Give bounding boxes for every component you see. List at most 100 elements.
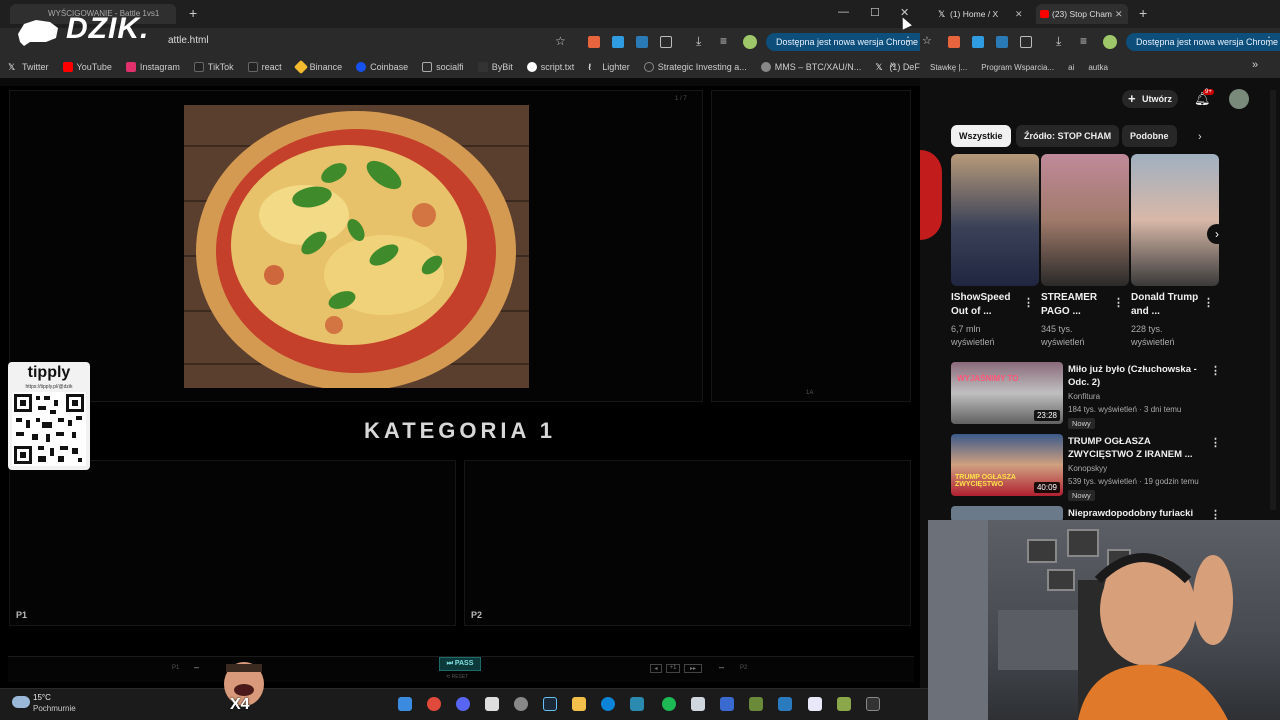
- download-icon[interactable]: ⤓: [1056, 34, 1061, 49]
- start-windows-icon[interactable]: [398, 697, 412, 711]
- new-tab-button[interactable]: +: [1139, 5, 1147, 21]
- short-title[interactable]: STREAMER PAGO ...: [1041, 291, 1115, 319]
- bookmarks-overflow-icon[interactable]: »: [1252, 59, 1258, 71]
- bookmark-socialfi[interactable]: socialfi: [422, 62, 464, 72]
- bookmark-youtube[interactable]: YouTube: [62, 62, 112, 72]
- app-icon[interactable]: [837, 697, 851, 711]
- p2-minus-button[interactable]: –: [719, 662, 724, 672]
- chip-related[interactable]: Podobne: [1122, 125, 1177, 147]
- edge-icon[interactable]: [601, 697, 615, 711]
- star-bookmark-icon[interactable]: ☆: [555, 34, 566, 48]
- close-tab-icon[interactable]: ✕: [1115, 9, 1123, 20]
- bookmark-folder-autka[interactable]: autka: [1088, 63, 1108, 72]
- bookmark-react[interactable]: react: [247, 62, 282, 72]
- chips-next-icon[interactable]: ›: [1198, 131, 1202, 143]
- weather-temperature[interactable]: 15°C: [33, 693, 51, 702]
- bookmark-stawke[interactable]: Stawkę |...: [930, 63, 967, 72]
- steam-icon[interactable]: [543, 697, 557, 711]
- close-tab-icon[interactable]: ✕: [1015, 9, 1023, 20]
- terminal-icon[interactable]: [866, 697, 880, 711]
- player-1-panel[interactable]: [9, 460, 456, 626]
- player-2-panel[interactable]: [464, 460, 911, 626]
- video-thumbnail[interactable]: TRUMP OGŁASZA ZWYCIĘSTWO 40:09: [951, 434, 1063, 496]
- bookmark-strategic[interactable]: Strategic Investing a...: [643, 62, 747, 72]
- rewind-button[interactable]: ◂: [650, 664, 662, 673]
- extension-icon[interactable]: [612, 36, 624, 48]
- update-chrome-banner[interactable]: Dostępna jest nowa wersja Chrome: [1126, 33, 1280, 51]
- bookmark-program[interactable]: Program Wsparcia...: [981, 63, 1054, 72]
- maximize-icon[interactable]: ☐: [870, 6, 880, 19]
- video-thumbnail[interactable]: WYJAŚNIMY TO 23:28: [951, 362, 1063, 424]
- spotify-icon[interactable]: [662, 697, 676, 711]
- plus-one-button[interactable]: +1: [666, 664, 680, 673]
- app-icon[interactable]: [630, 697, 644, 711]
- reset-button[interactable]: ⟲ RESET: [446, 674, 468, 680]
- discord-icon[interactable]: [456, 697, 470, 711]
- video-title[interactable]: Miło już było (Człuchowska - Odc. 2): [1068, 363, 1208, 389]
- extension-icon[interactable]: [588, 36, 600, 48]
- video-channel[interactable]: Konfitura: [1068, 392, 1100, 401]
- short-title[interactable]: Donald Trump and ...: [1131, 291, 1205, 319]
- bookmark-folder-ai[interactable]: ai: [1068, 63, 1074, 72]
- bookmark-lighter[interactable]: ℓ Lighter: [588, 62, 630, 72]
- app-icon[interactable]: [691, 697, 705, 711]
- chrome-icon[interactable]: [427, 697, 441, 711]
- bookmark-bybit[interactable]: ByBit: [477, 62, 513, 72]
- menu-kebab-icon[interactable]: ⋮: [902, 34, 914, 48]
- bookmark-coinbase[interactable]: Coinbase: [356, 62, 408, 72]
- short-thumbnail[interactable]: [1131, 154, 1219, 286]
- chip-all[interactable]: Wszystkie: [951, 125, 1011, 147]
- profile-avatar-icon[interactable]: [743, 35, 757, 49]
- p1-minus-button[interactable]: –: [194, 662, 199, 672]
- weather-cloud-icon[interactable]: [12, 696, 30, 708]
- app-icon[interactable]: [749, 697, 763, 711]
- new-tab-button[interactable]: +: [189, 5, 197, 21]
- minimize-icon[interactable]: —: [838, 6, 849, 18]
- video-title[interactable]: TRUMP OGŁASZA ZWYCIĘSTWO Z IRANEM ...: [1068, 435, 1208, 461]
- menu-kebab-icon[interactable]: ⋮: [1263, 34, 1275, 48]
- more-options-icon[interactable]: ⋮: [1210, 436, 1221, 449]
- shorts-next-icon[interactable]: ›: [1207, 224, 1227, 244]
- more-options-icon[interactable]: ⋮: [1113, 296, 1124, 309]
- bookmark-instagram[interactable]: Instagram: [125, 62, 180, 72]
- scrollbar[interactable]: [1270, 90, 1276, 510]
- create-button[interactable]: + Utwórz: [1122, 90, 1178, 108]
- bookmark-mms[interactable]: MMS – BTC/XAU/N...: [760, 62, 861, 72]
- profile-avatar-icon[interactable]: [1103, 35, 1117, 49]
- extension-icon[interactable]: [636, 36, 648, 48]
- bookmark-script[interactable]: script.txt: [526, 62, 574, 72]
- short-thumbnail[interactable]: [951, 154, 1039, 286]
- short-title[interactable]: IShowSpeed Out of ...: [951, 291, 1025, 319]
- bookmarks-overflow-icon[interactable]: »: [890, 59, 896, 71]
- url-field[interactable]: attle.html: [168, 35, 209, 46]
- short-thumbnail[interactable]: [1041, 154, 1129, 286]
- forward-button[interactable]: ▸▸: [684, 664, 702, 673]
- more-options-icon[interactable]: ⋮: [1203, 296, 1214, 309]
- bookmark-tiktok[interactable]: TikTok: [193, 62, 234, 72]
- extension-icon[interactable]: [972, 36, 984, 48]
- bookmark-twitter[interactable]: 𝕏 Twitter: [8, 62, 49, 72]
- settings-gear-icon[interactable]: [514, 697, 528, 711]
- photos-icon[interactable]: [778, 697, 792, 711]
- tab-search-icon[interactable]: ≡: [1080, 34, 1087, 48]
- more-options-icon[interactable]: ⋮: [1210, 364, 1221, 377]
- star-bookmark-icon[interactable]: ☆: [922, 34, 932, 47]
- video-channel[interactable]: Konopskyy: [1068, 464, 1107, 473]
- extensions-puzzle-icon[interactable]: [1020, 36, 1032, 48]
- weather-description[interactable]: Pochmurnie: [33, 704, 76, 713]
- extension-icon[interactable]: [996, 36, 1008, 48]
- video-title[interactable]: Nieprawdopodobny furiacki: [1068, 507, 1208, 520]
- notepad-icon[interactable]: [808, 697, 822, 711]
- app-icon[interactable]: [720, 697, 734, 711]
- pass-button[interactable]: ⏭ PASS: [439, 657, 481, 671]
- file-explorer-icon[interactable]: [572, 697, 586, 711]
- bookmark-defi[interactable]: 𝕏(1) DeFi Warhol on...: [875, 62, 920, 72]
- extension-icon[interactable]: [948, 36, 960, 48]
- extensions-puzzle-icon[interactable]: [660, 36, 672, 48]
- chip-source[interactable]: Źródło: STOP CHAM: [1016, 125, 1120, 147]
- tab-search-icon[interactable]: ≡: [720, 34, 727, 48]
- download-icon[interactable]: ⤓: [696, 34, 701, 49]
- app-icon[interactable]: [485, 697, 499, 711]
- bookmark-binance[interactable]: Binance: [293, 59, 342, 75]
- account-avatar[interactable]: [1229, 89, 1249, 109]
